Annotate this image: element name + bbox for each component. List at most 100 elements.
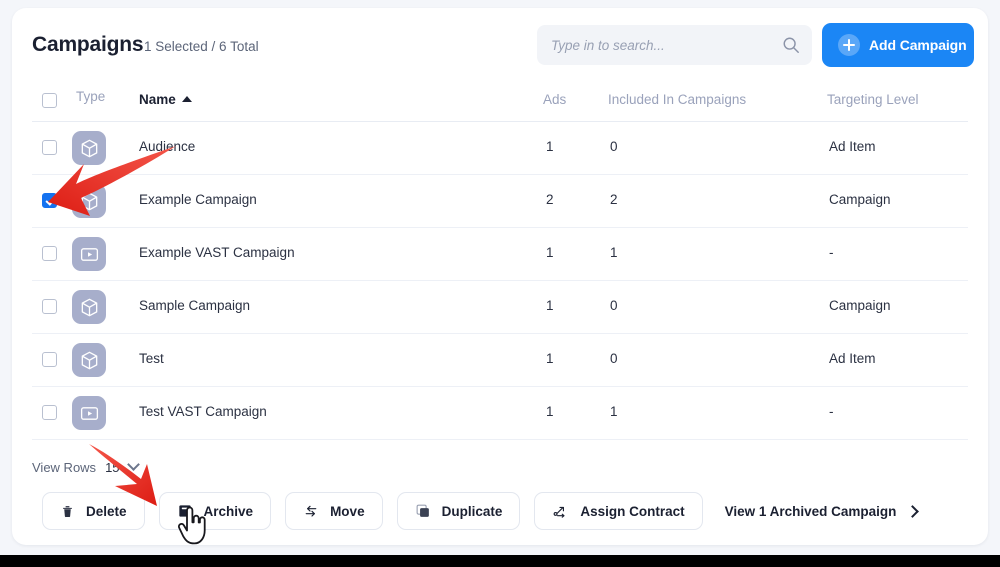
row-targeting: Campaign [829, 192, 891, 207]
search-input[interactable] [551, 25, 781, 65]
move-arrows-icon [305, 505, 317, 517]
column-header-ads[interactable]: Ads [543, 92, 566, 107]
column-header-name[interactable]: Name [139, 92, 192, 107]
card-header: Campaigns 1 Selected / 6 Total Add Campa… [12, 8, 988, 80]
duplicate-label: Duplicate [441, 503, 503, 519]
table-row[interactable]: Sample Campaign 1 0 Campaign [32, 281, 968, 334]
row-name: Test VAST Campaign [139, 404, 267, 419]
add-campaign-label: Add Campaign [869, 37, 967, 53]
row-ads: 1 [546, 245, 554, 260]
row-included: 1 [610, 245, 618, 260]
row-checkbox[interactable] [42, 193, 57, 208]
row-checkbox[interactable] [42, 140, 57, 155]
column-header-name-label: Name [139, 92, 176, 107]
archive-button[interactable]: Archive [158, 492, 272, 530]
view-archived-campaigns-link[interactable]: View 1 Archived Campaign [724, 503, 920, 519]
row-checkbox-cell[interactable] [42, 405, 57, 423]
search-box[interactable] [537, 25, 812, 65]
row-targeting: Ad Item [829, 351, 876, 366]
bottom-black-bar [0, 555, 1000, 567]
row-included: 0 [610, 298, 618, 313]
row-name: Example VAST Campaign [139, 245, 295, 260]
row-type-cell [72, 131, 106, 165]
assign-contract-button[interactable]: Assign Contract [534, 492, 703, 530]
duplicate-icon [416, 504, 429, 517]
row-type-cell [72, 396, 106, 430]
archive-box-icon [178, 505, 191, 517]
row-name: Sample Campaign [139, 298, 251, 313]
campaigns-card: Campaigns 1 Selected / 6 Total Add Campa… [12, 8, 988, 545]
view-rows-label: View Rows [32, 460, 97, 475]
row-targeting: - [829, 245, 834, 260]
select-all-checkbox-cell[interactable] [42, 93, 57, 111]
row-included: 0 [610, 139, 618, 154]
row-checkbox-cell[interactable] [42, 246, 57, 264]
bulk-actions-toolbar: Delete Archive Move Duplicate Assign Con… [42, 492, 920, 530]
row-checkbox-cell[interactable] [42, 140, 57, 158]
move-button[interactable]: Move [285, 492, 383, 530]
row-ads: 1 [546, 351, 554, 366]
search-icon [783, 37, 799, 53]
add-campaign-button[interactable]: Add Campaign [822, 23, 974, 67]
cube-icon [72, 184, 106, 218]
row-included: 2 [610, 192, 618, 207]
table-row[interactable]: Test 1 0 Ad Item [32, 334, 968, 387]
row-checkbox-cell[interactable] [42, 193, 57, 211]
table-row[interactable]: Example Campaign 2 2 Campaign [32, 175, 968, 228]
assign-contract-icon [553, 506, 565, 518]
cube-icon [72, 290, 106, 324]
video-icon [72, 396, 106, 430]
row-checkbox[interactable] [42, 299, 57, 314]
row-type-cell [72, 237, 106, 271]
cube-icon [72, 343, 106, 377]
row-ads: 1 [546, 298, 554, 313]
row-name: Example Campaign [139, 192, 257, 207]
view-archived-label: View 1 Archived Campaign [724, 503, 897, 519]
delete-label: Delete [86, 503, 127, 519]
row-ads: 1 [546, 139, 554, 154]
cube-icon [72, 131, 106, 165]
duplicate-button[interactable]: Duplicate [396, 492, 521, 530]
delete-button[interactable]: Delete [42, 492, 145, 530]
view-rows-value: 15 [105, 460, 120, 475]
chevron-right-icon [906, 504, 920, 518]
column-header-type[interactable]: Type [76, 89, 105, 104]
row-ads: 2 [546, 192, 554, 207]
view-rows-selector[interactable]: View Rows 15 [32, 458, 140, 475]
table-row[interactable]: Audience 1 0 Ad Item [32, 122, 968, 175]
row-name: Test [139, 351, 164, 366]
trash-icon [63, 506, 72, 518]
row-included: 1 [610, 404, 618, 419]
selection-summary: 1 Selected / 6 Total [144, 39, 259, 54]
move-label: Move [330, 503, 365, 519]
row-name: Audience [139, 139, 196, 154]
page-title: Campaigns [32, 33, 144, 56]
table-header-row: Type Name Ads Included In Campaigns Targ… [32, 80, 968, 122]
row-targeting: - [829, 404, 834, 419]
archive-label: Archive [203, 503, 254, 519]
chevron-down-icon[interactable] [126, 458, 140, 471]
row-type-cell [72, 290, 106, 324]
assign-contract-label: Assign Contract [580, 503, 685, 519]
row-type-cell [72, 343, 106, 377]
row-ads: 1 [546, 404, 554, 419]
row-checkbox[interactable] [42, 405, 57, 420]
row-included: 0 [610, 351, 618, 366]
row-type-cell [72, 184, 106, 218]
row-checkbox[interactable] [42, 352, 57, 367]
sort-ascending-icon [181, 95, 192, 102]
row-checkbox-cell[interactable] [42, 299, 57, 317]
column-header-included-in-campaigns[interactable]: Included In Campaigns [608, 92, 746, 107]
video-icon [72, 237, 106, 271]
select-all-checkbox[interactable] [42, 93, 57, 108]
table-row[interactable]: Example VAST Campaign 1 1 - [32, 228, 968, 281]
column-header-targeting-level[interactable]: Targeting Level [827, 92, 919, 107]
campaigns-table: Type Name Ads Included In Campaigns Targ… [32, 80, 968, 440]
table-row[interactable]: Test VAST Campaign 1 1 - [32, 387, 968, 440]
row-checkbox[interactable] [42, 246, 57, 261]
row-targeting: Ad Item [829, 139, 876, 154]
screen: Campaigns 1 Selected / 6 Total Add Campa… [0, 0, 1000, 567]
row-checkbox-cell[interactable] [42, 352, 57, 370]
plus-icon [838, 34, 860, 56]
row-targeting: Campaign [829, 298, 891, 313]
